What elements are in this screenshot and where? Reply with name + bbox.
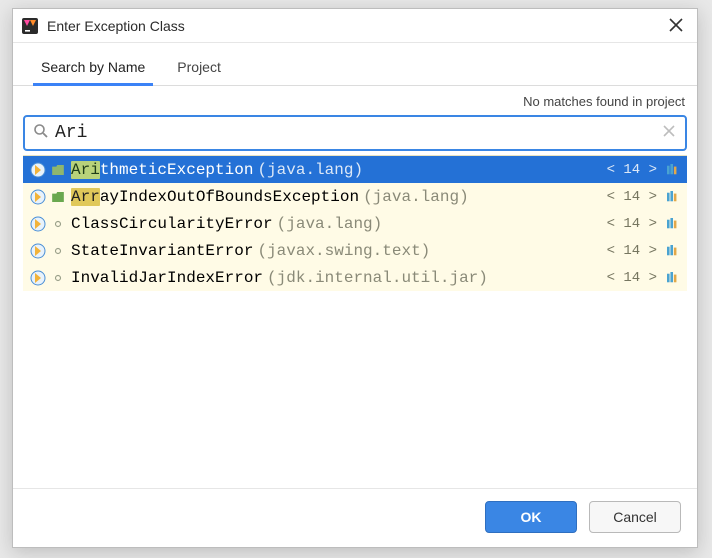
- result-item[interactable]: InvalidJarIndexError (jdk.internal.util.…: [23, 264, 687, 291]
- exception-class-icon: [29, 215, 47, 233]
- result-item[interactable]: StateInvariantError (javax.swing.text) < …: [23, 237, 687, 264]
- ok-button[interactable]: OK: [485, 501, 577, 533]
- result-package: (java.lang): [363, 188, 469, 206]
- result-class-name: InvalidJarIndexError: [71, 269, 263, 287]
- tab-project[interactable]: Project: [175, 53, 223, 85]
- result-package: (java.lang): [277, 215, 383, 233]
- exception-class-icon: [29, 188, 47, 206]
- tabs: Search by Name Project: [13, 43, 697, 86]
- dialog-buttons: OK Cancel: [13, 488, 697, 547]
- tab-search-by-name[interactable]: Search by Name: [39, 53, 147, 85]
- exception-class-icon: [29, 269, 47, 287]
- result-package: (javax.swing.text): [257, 242, 430, 260]
- no-matches-label: No matches found in project: [13, 86, 697, 113]
- results-list: ArithmeticException (java.lang)< 14 >Arr…: [23, 155, 687, 291]
- search-icon: [33, 123, 49, 144]
- result-class-name: ArrayIndexOutOfBoundsException: [71, 188, 359, 206]
- jdk-badge: < 14 >: [607, 243, 657, 259]
- result-class-name: ArithmeticException: [71, 161, 253, 179]
- library-icon: [665, 163, 681, 177]
- result-package: (jdk.internal.util.jar): [267, 269, 488, 287]
- library-icon: [665, 244, 681, 258]
- result-item[interactable]: ArrayIndexOutOfBoundsException (java.lan…: [23, 183, 687, 210]
- exception-class-icon: [29, 161, 47, 179]
- jdk-badge: < 14 >: [607, 270, 657, 286]
- results-empty-area: [23, 291, 687, 488]
- match-highlight: Ari: [71, 161, 100, 179]
- dialog-title: Enter Exception Class: [47, 18, 185, 34]
- library-icon: [665, 271, 681, 285]
- cancel-button[interactable]: Cancel: [589, 501, 681, 533]
- circle-icon: [51, 217, 65, 231]
- exception-class-icon: [29, 242, 47, 260]
- library-icon: [665, 217, 681, 231]
- result-class-name: StateInvariantError: [71, 242, 253, 260]
- result-item[interactable]: ClassCircularityError (java.lang) < 14 >: [23, 210, 687, 237]
- result-package: (java.lang): [257, 161, 363, 179]
- result-item[interactable]: ArithmeticException (java.lang) < 14 >: [23, 156, 687, 183]
- clear-search-icon[interactable]: [659, 124, 679, 142]
- match-highlight: Arr: [71, 188, 100, 206]
- jdk-badge: < 14 >: [607, 216, 657, 232]
- circle-icon: [51, 244, 65, 258]
- jdk-badge: < 14 >: [607, 189, 657, 205]
- exception-class-dialog: Enter Exception Class Search by Name Pro…: [12, 8, 698, 548]
- search-field-wrapper[interactable]: [23, 115, 687, 151]
- titlebar: Enter Exception Class: [13, 9, 697, 43]
- intellij-icon: [21, 17, 39, 35]
- close-icon[interactable]: [663, 15, 689, 37]
- folder-icon: [51, 190, 65, 204]
- result-class-name: ClassCircularityError: [71, 215, 273, 233]
- library-icon: [665, 190, 681, 204]
- jdk-badge: < 14 >: [607, 162, 657, 178]
- search-input[interactable]: [55, 123, 286, 143]
- circle-icon: [51, 271, 65, 285]
- folder-icon: [51, 163, 65, 177]
